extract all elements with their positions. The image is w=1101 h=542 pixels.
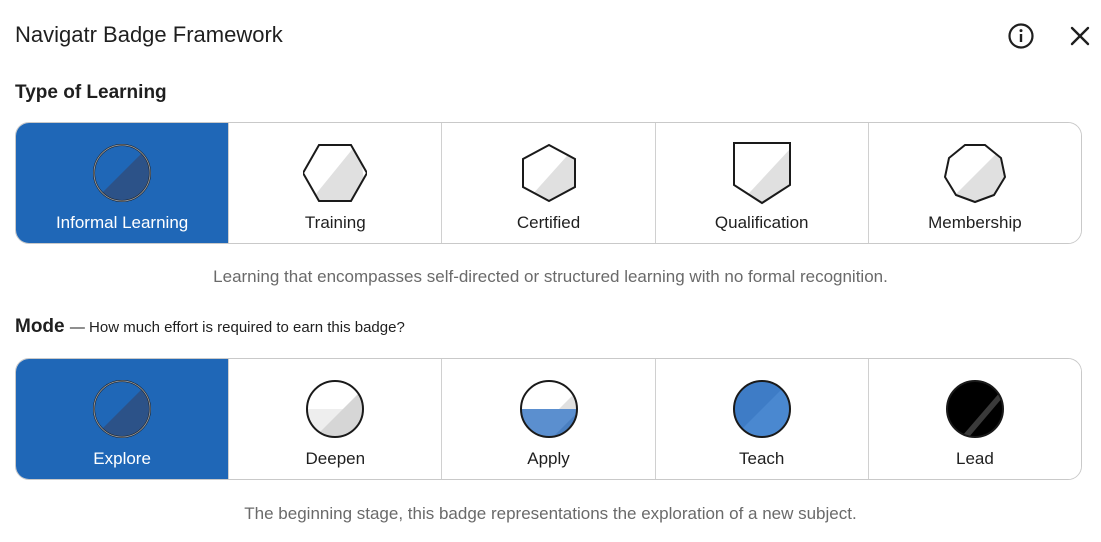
mode-title: Mode — How much effort is required to ea… [15, 316, 405, 338]
option-label: Certified [516, 213, 581, 232]
hexagon-vertical-badge-icon [521, 143, 576, 203]
option-label: Explore [93, 449, 151, 468]
mode-title-text: Mode [15, 316, 65, 337]
option-label: Lead [956, 449, 994, 468]
option-membership[interactable]: Membership [868, 123, 1081, 243]
mode-description: The beginning stage, this badge represen… [244, 504, 857, 523]
mode-subtitle: — How much effort is required to earn th… [69, 319, 405, 336]
option-lead[interactable]: Lead [868, 359, 1081, 479]
dialog-title: Navigatr Badge Framework [15, 22, 283, 47]
option-certified[interactable]: Certified [442, 123, 656, 243]
lead-circle-icon [945, 380, 1004, 438]
option-label: Membership [928, 213, 1022, 232]
option-teach[interactable]: Teach [655, 359, 869, 479]
octagon-badge-icon [943, 144, 1006, 204]
close-button[interactable] [1062, 18, 1098, 54]
deepen-circle-icon [306, 380, 365, 438]
option-label: Training [304, 213, 366, 232]
circle-badge-icon [93, 144, 152, 202]
option-explore[interactable]: Explore [16, 359, 230, 479]
explore-circle-icon [93, 380, 152, 438]
option-label: Apply [527, 449, 570, 468]
option-informal-learning[interactable]: Informal Learning [16, 123, 230, 243]
option-label: Qualification [714, 213, 809, 232]
info-button[interactable] [1003, 18, 1039, 54]
shield-badge-icon [732, 142, 791, 205]
apply-circle-icon [519, 380, 578, 438]
option-label: Informal Learning [55, 213, 189, 232]
option-label: Teach [739, 449, 785, 468]
teach-circle-icon [732, 380, 791, 438]
option-label: Deepen [305, 449, 366, 468]
learning-type-description: Learning that encompasses self-directed … [213, 267, 888, 286]
option-apply[interactable]: Apply [442, 359, 656, 479]
option-qualification[interactable]: Qualification [655, 123, 869, 243]
learning-type-options: Informal Learning Training Certified Qua… [15, 122, 1082, 244]
learning-type-title: Type of Learning [15, 82, 167, 103]
option-deepen[interactable]: Deepen [229, 359, 443, 479]
info-circle-icon [1008, 23, 1034, 49]
option-training[interactable]: Training [229, 123, 443, 243]
dialog-header: Navigatr Badge Framework [15, 18, 1090, 54]
close-icon [1070, 26, 1090, 46]
mode-options: Explore Deepen Apply Teach Lead [15, 358, 1082, 480]
hexagon-badge-icon [303, 144, 368, 202]
